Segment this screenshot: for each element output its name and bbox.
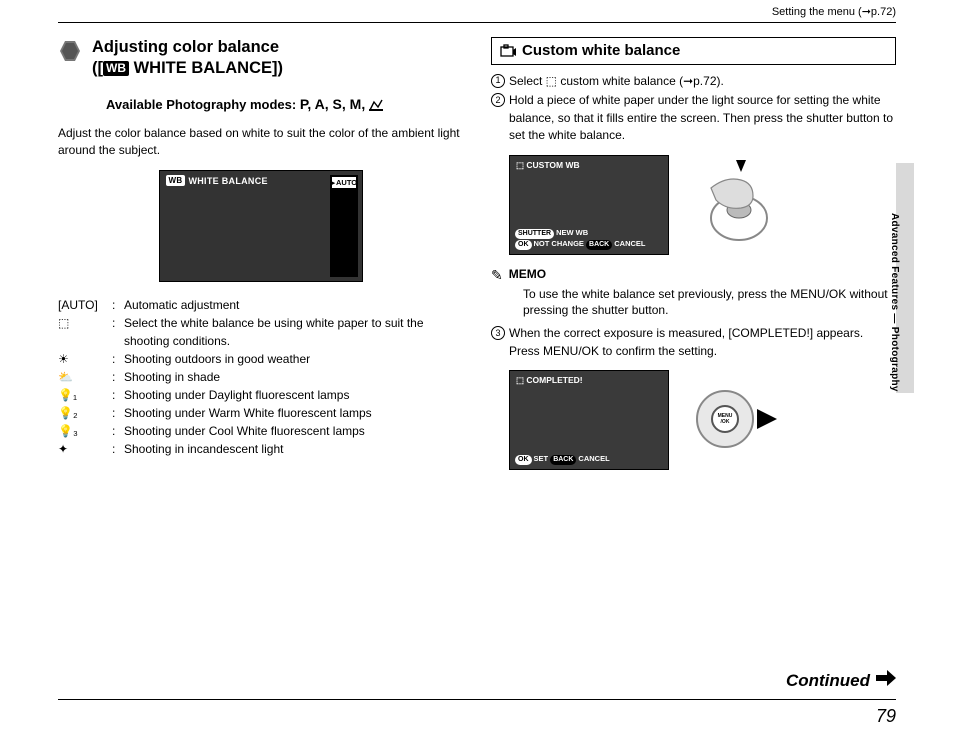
title-prefix: ([	[92, 59, 103, 77]
lcd-option-auto: AUTO	[332, 177, 356, 188]
def-val: Shooting in incandescent light	[124, 440, 463, 458]
lcd3-set: SET	[534, 454, 549, 463]
def-val: Shooting under Daylight fluorescent lamp…	[124, 386, 463, 404]
lcd3-bottom: OKSET BACKCANCEL	[515, 454, 663, 465]
wb-definitions: [AUTO]:Automatic adjustment ⬚:Select the…	[58, 296, 463, 458]
section-title-line2: ([WB WHITE BALANCE])	[92, 58, 283, 79]
lcd2-cancel: CANCEL	[614, 239, 645, 248]
lcd2-newwb: NEW WB	[556, 228, 588, 237]
lcd3-title-text: COMPLETED!	[526, 375, 582, 385]
lcd3-title: ⬚ COMPLETED!	[516, 375, 583, 386]
lcd2-bottom: SHUTTERNEW WB OKNOT CHANGE BACKCANCEL	[515, 228, 663, 250]
intro-paragraph: Adjust the color balance based on white …	[58, 125, 463, 159]
pill-ok: OK	[515, 455, 532, 465]
lcd-completed-figure: ⬚ COMPLETED! OKSET BACKCANCEL	[509, 370, 669, 470]
def-val: Automatic adjustment	[124, 296, 463, 314]
page-footer: 79	[58, 699, 896, 727]
title-suffix: WHITE BALANCE])	[129, 59, 283, 77]
custom-wb-heading-text: Custom white balance	[522, 42, 680, 59]
pill-back: BACK	[550, 455, 576, 465]
film-icon	[369, 98, 383, 110]
lcd2-notchange: NOT CHANGE	[534, 239, 584, 248]
step-3-text: When the correct exposure is measured, […	[509, 325, 896, 360]
dial-press-illustration: MENU /OK	[691, 383, 779, 456]
lcd-title: WBWHITE BALANCE	[166, 175, 268, 186]
arrow-right-icon	[876, 670, 896, 691]
wb-badge-icon: WB	[103, 61, 129, 76]
def-key: [AUTO]	[58, 296, 112, 314]
section-title-line1: Adjusting color balance	[92, 37, 283, 58]
pill-back: BACK	[586, 240, 612, 250]
available-modes-label: Available Photography modes:	[106, 97, 296, 112]
def-val: Shooting in shade	[124, 368, 463, 386]
step-number-icon: 3	[491, 326, 505, 340]
side-section-label: Advanced Features — Photography	[889, 213, 900, 392]
lcd-title-text: WHITE BALANCE	[188, 176, 267, 186]
memo-label: MEMO	[509, 267, 546, 281]
custom-wb-heading-box: Custom white balance	[491, 37, 896, 65]
step-2-text: Hold a piece of white paper under the li…	[509, 92, 896, 144]
hexagon-icon	[58, 39, 82, 63]
custom-wb-icon	[500, 44, 516, 58]
section-title: Adjusting color balance ([WB WHITE BALAN…	[92, 37, 283, 80]
step-1-text: Select ⬚ custom white balance (➞p.72).	[509, 73, 896, 90]
svg-text:/OK: /OK	[721, 419, 730, 425]
memo-icon: ✎	[491, 267, 503, 284]
page-number: 79	[876, 706, 896, 726]
lcd2-title-text: CUSTOM WB	[526, 160, 579, 170]
lcd-options-strip: AUTO	[330, 175, 358, 277]
def-key: ⬚	[58, 314, 112, 350]
def-key: ⛅	[58, 368, 112, 386]
def-key: 💡₂	[58, 404, 112, 422]
wb-mini-badge-icon: WB	[166, 175, 186, 186]
lcd3-cancel: CANCEL	[578, 454, 609, 463]
def-key: 💡₃	[58, 422, 112, 440]
def-val: Shooting under Warm White fluorescent la…	[124, 404, 463, 422]
def-key: ☀	[58, 350, 112, 368]
def-val: Shooting outdoors in good weather	[124, 350, 463, 368]
available-modes: Available Photography modes: P, A, S, M,	[106, 94, 463, 115]
def-key: ✦	[58, 440, 112, 458]
header-breadcrumb: Setting the menu (➞p.72)	[58, 1, 896, 23]
pill-ok: OK	[515, 240, 532, 250]
memo-text: To use the white balance set previously,…	[523, 286, 896, 320]
shutter-press-illustration	[691, 158, 781, 251]
lcd-customwb-figure: ⬚ CUSTOM WB SHUTTERNEW WB OKNOT CHANGE B…	[509, 155, 669, 255]
lcd-whitebalance-figure: WBWHITE BALANCE AUTO	[159, 170, 363, 282]
step-number-icon: 2	[491, 93, 505, 107]
step-number-icon: 1	[491, 74, 505, 88]
def-val: Shooting under Cool White fluorescent la…	[124, 422, 463, 440]
continued-text: Continued	[786, 671, 870, 691]
available-modes-list: P, A, S, M,	[300, 96, 369, 112]
def-key: 💡₁	[58, 386, 112, 404]
pill-shutter: SHUTTER	[515, 229, 554, 239]
lcd2-title: ⬚ CUSTOM WB	[516, 160, 580, 171]
continued-label: Continued	[786, 670, 896, 691]
def-val: Select the white balance be using white …	[124, 314, 463, 350]
